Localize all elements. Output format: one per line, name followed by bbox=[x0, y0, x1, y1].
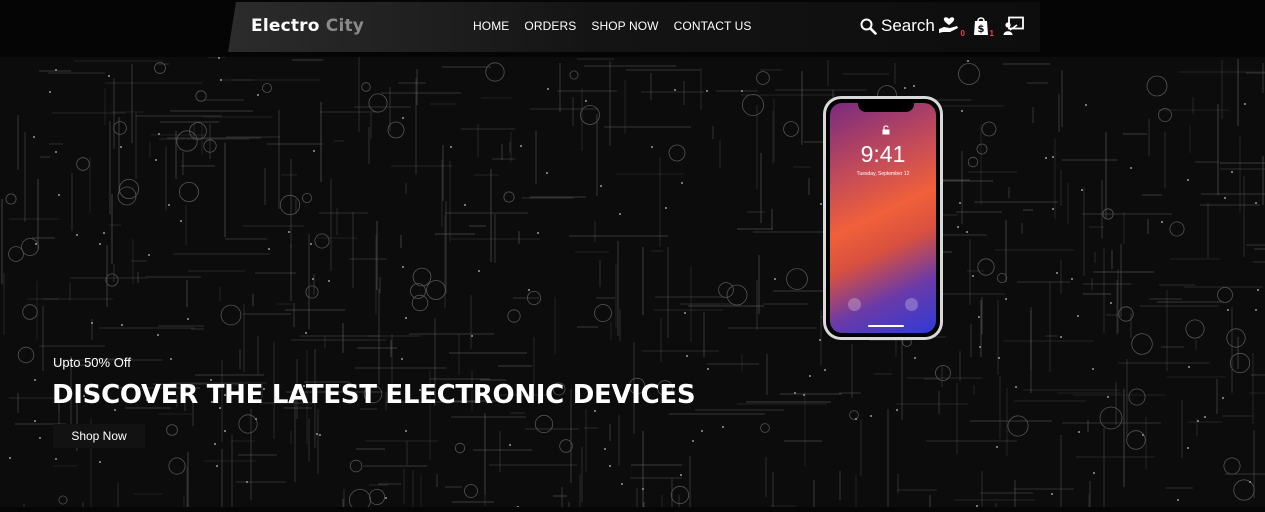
user-presentation-icon bbox=[1003, 16, 1024, 35]
phone-time: 9:41 bbox=[860, 141, 906, 167]
hero-banner: 9:41 Tuesday, September 12 bbox=[0, 57, 1265, 507]
brand-name-part2: City bbox=[325, 16, 365, 36]
bag-count-badge: 1 bbox=[989, 29, 994, 38]
brand-name-part1: Electro bbox=[251, 16, 320, 36]
search-icon bbox=[860, 18, 877, 35]
circuit-background-image bbox=[1, 57, 1265, 507]
nav-contact-us-link[interactable]: CONTACT US bbox=[674, 19, 752, 33]
bottom-divider bbox=[0, 507, 1265, 512]
search-button[interactable]: Search bbox=[860, 16, 935, 36]
cart-count-badge: 0 bbox=[960, 29, 965, 38]
search-label: Search bbox=[881, 16, 935, 35]
shopping-bag-icon: $ bbox=[974, 17, 988, 35]
unlock-icon bbox=[882, 125, 890, 135]
bag-button[interactable]: $ 1 bbox=[973, 15, 994, 38]
camera-icon bbox=[905, 298, 918, 311]
shop-now-button[interactable]: Shop Now bbox=[53, 424, 145, 448]
flashlight-icon bbox=[848, 298, 861, 311]
hand-heart-icon bbox=[939, 17, 958, 33]
promo-text: Upto 50% Off bbox=[53, 355, 131, 370]
phone-date: Tuesday, September 12 bbox=[856, 171, 910, 177]
nav-shop-now-link[interactable]: SHOP NOW bbox=[591, 19, 658, 33]
hero-headline: DISCOVER THE LATEST ELECTRONIC DEVICES bbox=[52, 380, 696, 410]
nav-orders-link[interactable]: ORDERS bbox=[524, 19, 576, 33]
main-menu: HOME ORDERS SHOP NOW CONTACT US bbox=[473, 19, 752, 33]
cart-button[interactable]: 0 bbox=[938, 15, 965, 38]
top-navigation-bar: Electro City HOME ORDERS SHOP NOW CONTAC… bbox=[0, 0, 1265, 56]
account-button[interactable] bbox=[1003, 15, 1025, 37]
home-indicator bbox=[868, 325, 904, 327]
nav-home-link[interactable]: HOME bbox=[473, 19, 509, 33]
brand-logo[interactable]: Electro City bbox=[251, 16, 364, 36]
svg-text:$: $ bbox=[978, 24, 985, 35]
phone-screen: 9:41 Tuesday, September 12 bbox=[830, 103, 936, 333]
phone-image: 9:41 Tuesday, September 12 bbox=[823, 96, 943, 340]
